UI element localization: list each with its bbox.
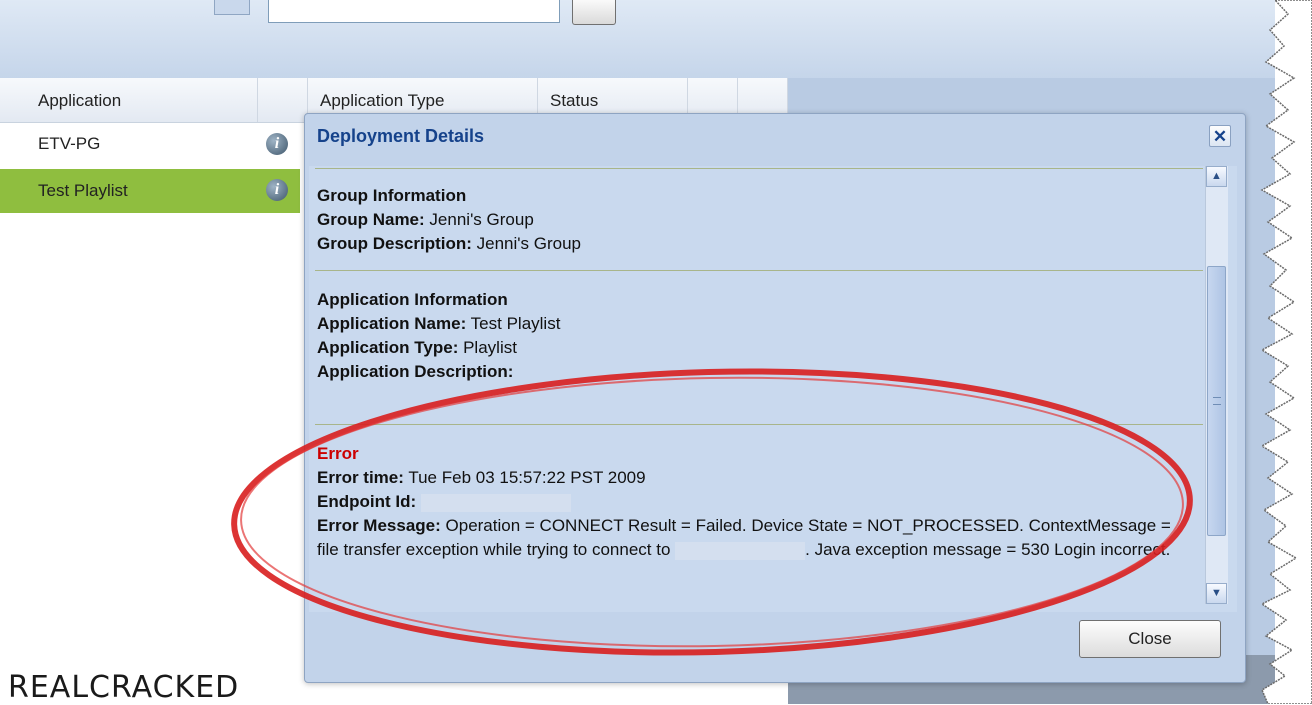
watermark-text: REALCRACKED	[8, 670, 240, 705]
redacted-endpoint-id	[420, 493, 571, 512]
group-description-value: Jenni's Group	[476, 234, 581, 253]
column-header-application[interactable]: Application	[0, 78, 258, 122]
toolbar-area	[0, 0, 1275, 78]
application-type-line: Application Type: Playlist	[317, 336, 1197, 360]
toolbar-button[interactable]	[572, 0, 616, 25]
application-name-value: Test Playlist	[470, 314, 561, 333]
application-name: Test Playlist	[38, 181, 128, 200]
info-icon[interactable]: i	[266, 179, 288, 201]
error-section: Error Error time: Tue Feb 03 15:57:22 PS…	[317, 442, 1197, 562]
group-heading: Group Information	[317, 186, 467, 205]
scroll-thumb[interactable]	[1207, 266, 1226, 536]
group-description-label: Group Description:	[317, 234, 472, 253]
table-row-selected[interactable]: Test Playlist	[0, 169, 300, 213]
error-time-value: Tue Feb 03 15:57:22 PST 2009	[408, 468, 646, 487]
vertical-scrollbar[interactable]: ▲ ▼	[1205, 166, 1228, 604]
error-time-line: Error time: Tue Feb 03 15:57:22 PST 2009	[317, 466, 1197, 490]
error-message-part2: . Java exception message = 530 Login inc…	[805, 540, 1171, 559]
dialog-title: Deployment Details	[317, 126, 485, 146]
application-name-line: Application Name: Test Playlist	[317, 312, 1197, 336]
application-description-label: Application Description:	[317, 362, 514, 381]
group-information-section: Group Information Group Name: Jenni's Gr…	[317, 184, 1197, 256]
info-icon[interactable]: i	[266, 133, 288, 155]
group-name-label: Group Name:	[317, 210, 425, 229]
redacted-host	[675, 541, 806, 560]
close-button[interactable]: Close	[1079, 620, 1221, 658]
divider	[315, 270, 1203, 271]
group-description-line: Group Description: Jenni's Group	[317, 232, 1197, 256]
group-name-value: Jenni's Group	[429, 210, 534, 229]
deployment-details-dialog: Deployment Details ✕ Group Information G…	[304, 113, 1246, 683]
toolbar-control[interactable]	[214, 0, 250, 15]
endpoint-id-line: Endpoint Id:	[317, 490, 1197, 514]
details-content: Group Information Group Name: Jenni's Gr…	[309, 166, 1237, 612]
table-row[interactable]: ETV-PG	[0, 122, 300, 166]
scroll-grip-icon	[1213, 397, 1221, 405]
error-time-label: Error time:	[317, 468, 404, 487]
group-name-line: Group Name: Jenni's Group	[317, 208, 1197, 232]
application-information-section: Application Information Application Name…	[317, 288, 1197, 384]
search-input[interactable]	[268, 0, 560, 23]
error-heading: Error	[317, 444, 359, 463]
scroll-up-button[interactable]: ▲	[1206, 166, 1227, 187]
application-name: ETV-PG	[38, 134, 101, 153]
column-header-blank	[258, 78, 308, 122]
divider	[315, 168, 1203, 169]
application-heading: Application Information	[317, 290, 508, 309]
close-icon[interactable]: ✕	[1209, 125, 1231, 147]
application-type-value: Playlist	[463, 338, 517, 357]
error-message-label: Error Message:	[317, 516, 441, 535]
endpoint-id-label: Endpoint Id:	[317, 492, 417, 511]
error-message-line: Error Message: Operation = CONNECT Resul…	[317, 514, 1197, 562]
application-description-line: Application Description:	[317, 360, 1197, 384]
application-type-label: Application Type:	[317, 338, 459, 357]
divider	[315, 424, 1203, 425]
scroll-down-button[interactable]: ▼	[1206, 583, 1227, 604]
application-name-label: Application Name:	[317, 314, 467, 333]
